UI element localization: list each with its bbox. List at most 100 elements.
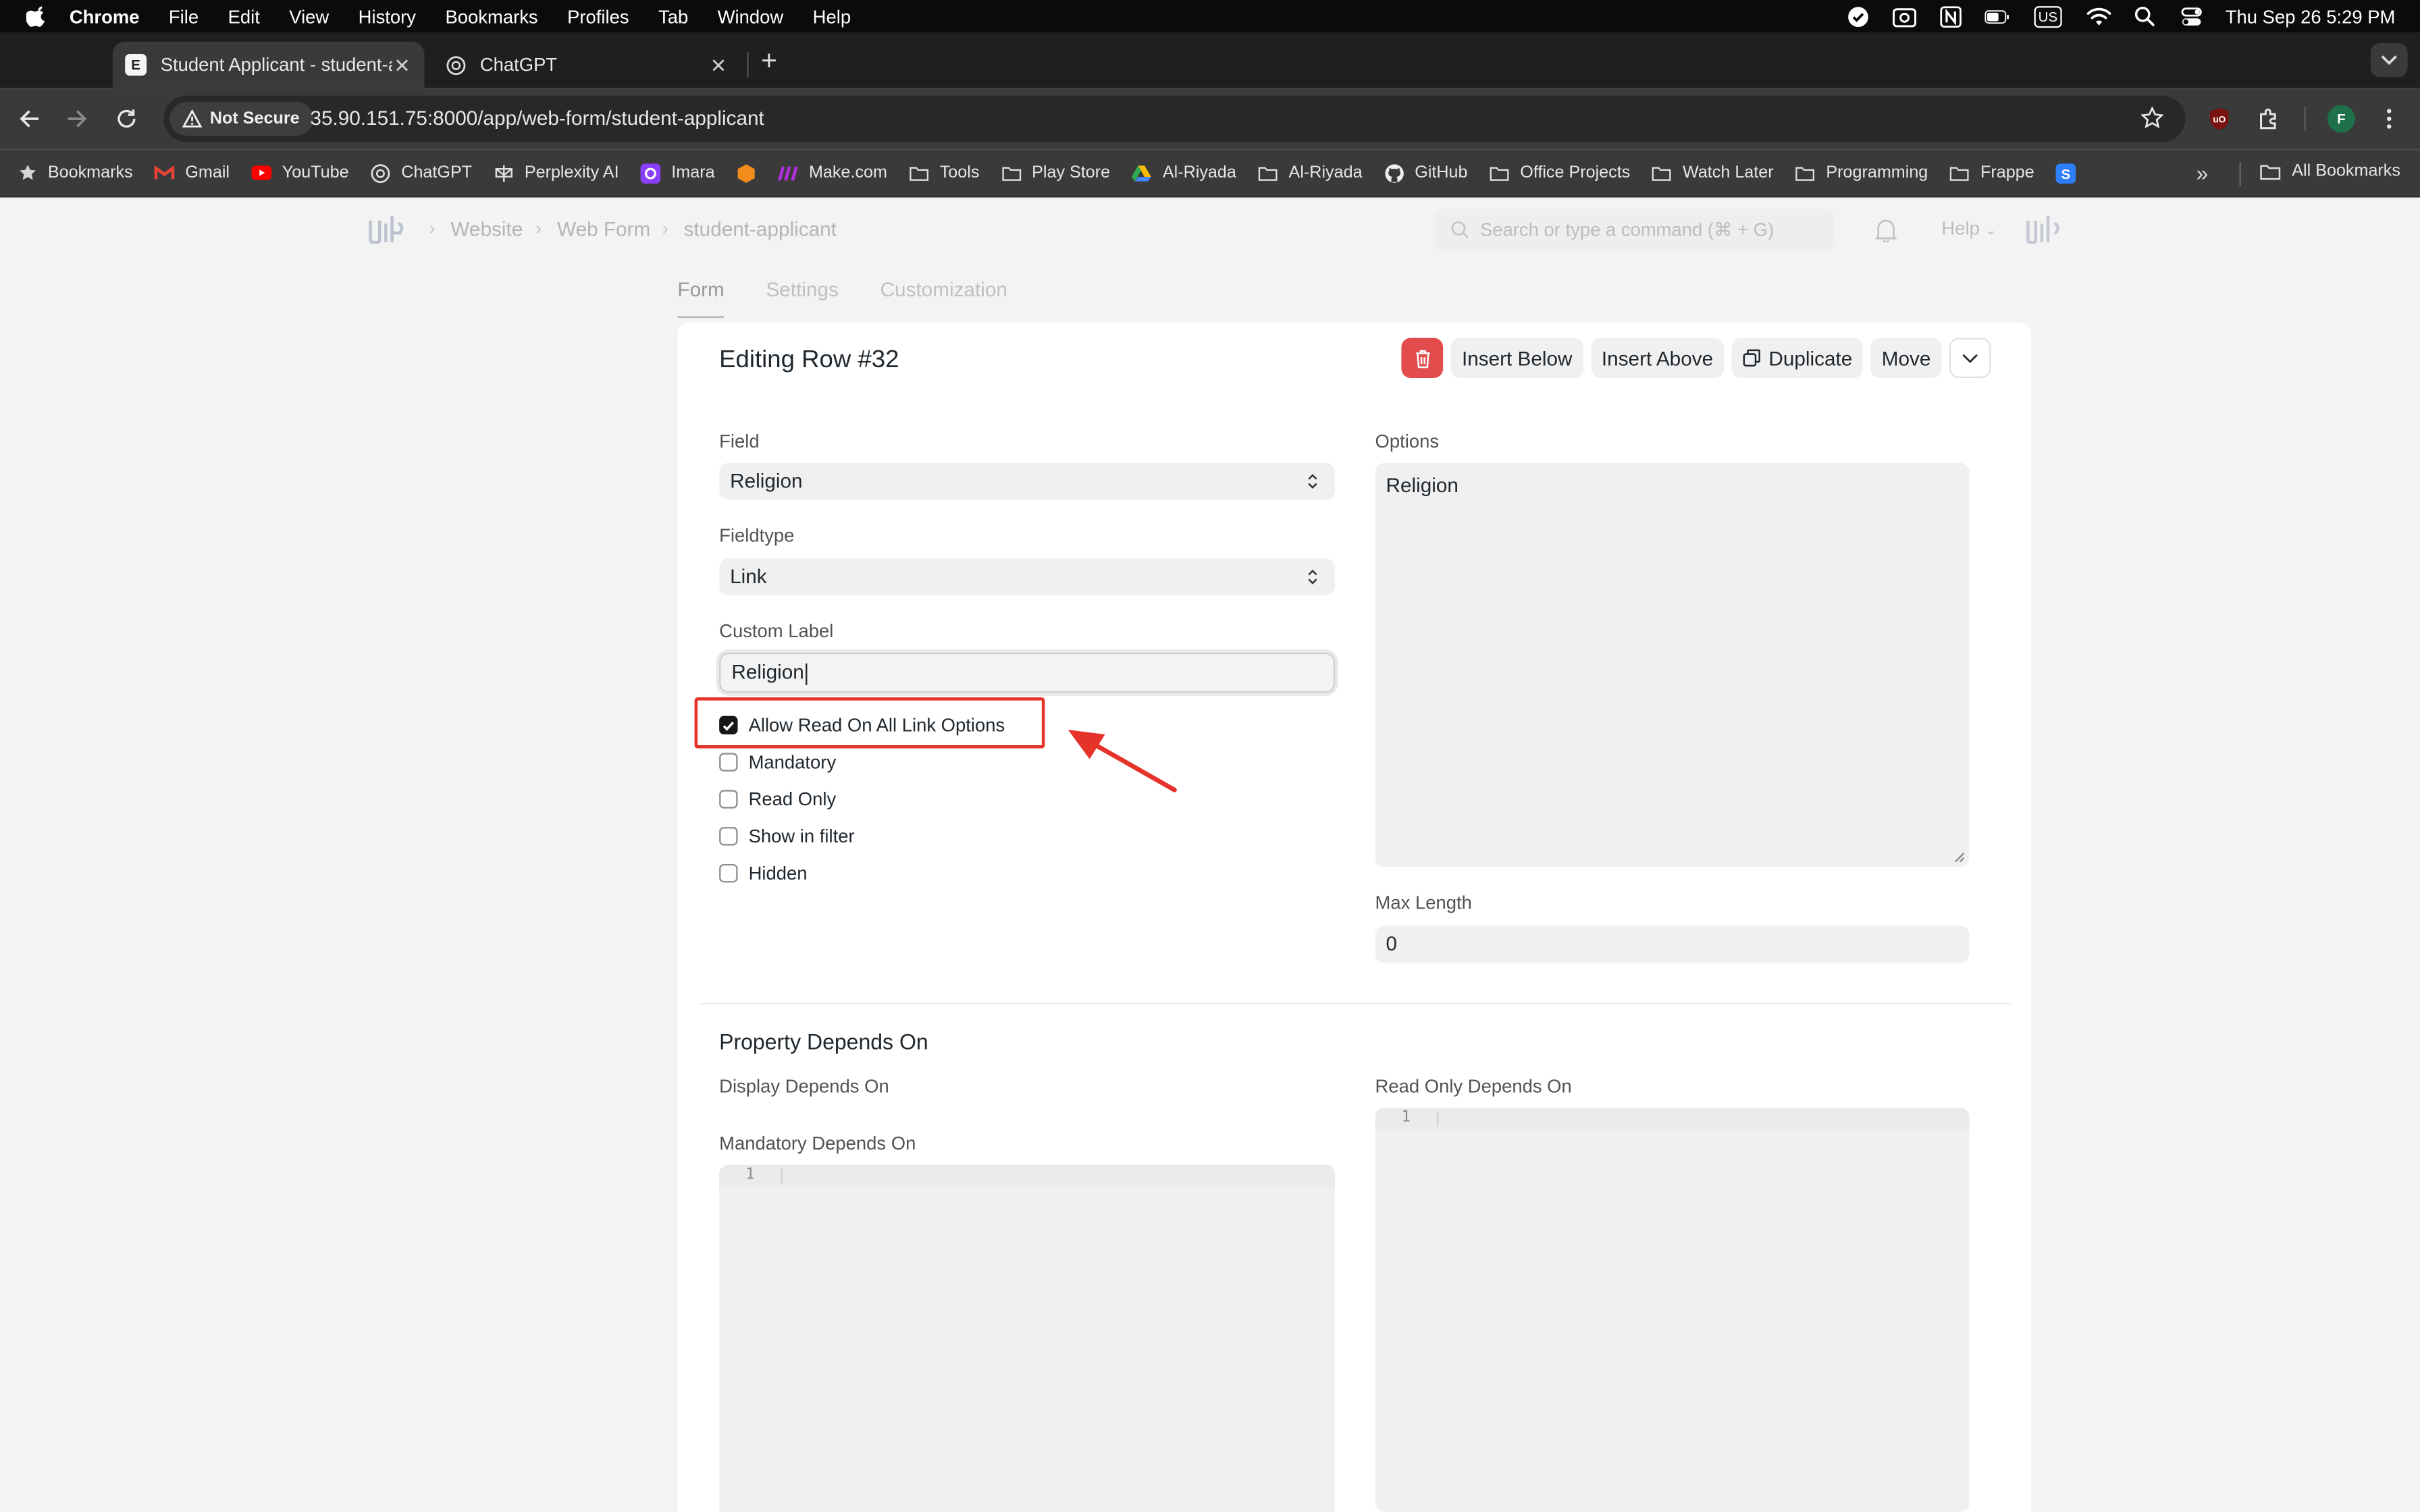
delete-row-button[interactable] [1401, 338, 1444, 378]
duplicate-button[interactable]: Duplicate [1731, 338, 1864, 378]
new-tab-icon[interactable]: + [761, 45, 777, 77]
resize-handle-icon[interactable] [1954, 852, 1965, 863]
duplicate-icon [1743, 349, 1760, 367]
apple-icon[interactable] [26, 5, 48, 27]
breadcrumb-current[interactable]: student-applicant [684, 217, 837, 240]
insert-above-button[interactable]: Insert Above [1590, 338, 1725, 378]
profile-avatar[interactable]: F [2327, 105, 2355, 133]
move-button[interactable]: Move [1870, 338, 1942, 378]
menu-view[interactable]: View [289, 5, 329, 27]
mandatory-checkbox[interactable]: Mandatory [719, 751, 836, 773]
bookmark-star-icon[interactable] [2140, 106, 2164, 138]
ublock-extension-icon[interactable]: uO [2207, 107, 2232, 132]
spotlight-search-icon[interactable] [2133, 5, 2158, 27]
all-bookmarks-folder[interactable]: All Bookmarks [2259, 162, 2400, 180]
address-bar[interactable]: Not Secure 35.90.151.75:8000/app/web-for… [163, 95, 2186, 142]
back-arrow-icon[interactable] [14, 103, 45, 134]
app-logo[interactable] [366, 211, 406, 248]
row-actions: Insert Below Insert Above Duplicate Move [1401, 338, 1991, 378]
read-only-depends-on-code-editor[interactable]: 1 [1375, 1108, 1970, 1512]
fieldtype-select[interactable]: Link [719, 558, 1336, 596]
bookmark-item[interactable]: Bookmarks [17, 163, 133, 183]
max-length-input[interactable]: 0 [1375, 925, 1970, 963]
bookmark-item[interactable]: S [2055, 163, 2087, 183]
tab-form[interactable]: Form [677, 277, 725, 318]
bookmark-folder-office-projects[interactable]: Office Projects [1490, 163, 1630, 183]
bookmark-label: Frappe [1980, 163, 2034, 182]
bookmark-folder-al-riyada[interactable]: Al-Riyada [1258, 163, 1363, 183]
breadcrumb-website[interactable]: Website [450, 217, 523, 240]
tab-student-applicant[interactable]: E Student Applicant - student-a ✕ [112, 41, 425, 88]
breadcrumb-chevron-icon: › [662, 217, 668, 240]
bookmark-item[interactable]: GitHub [1384, 163, 1468, 183]
bookmark-folder-programming[interactable]: Programming [1795, 163, 1928, 183]
help-dropdown[interactable]: Help ⌄ [1941, 217, 1996, 239]
awesomebar-search-input[interactable]: Search or type a command (⌘ + G) [1435, 208, 1834, 252]
menu-tab[interactable]: Tab [658, 5, 688, 27]
mandatory-depends-on-code-editor[interactable]: 1 [719, 1164, 1336, 1512]
bookmark-label: Gmail [185, 163, 230, 182]
reload-icon[interactable] [111, 103, 142, 134]
menu-app-name[interactable]: Chrome [70, 5, 140, 27]
breadcrumb-web-form[interactable]: Web Form [557, 217, 650, 240]
bookmark-item[interactable]: Imara [640, 163, 715, 183]
bookmark-item[interactable]: Al-Riyada [1132, 163, 1236, 183]
menu-window[interactable]: Window [718, 5, 784, 27]
check-badge-icon[interactable] [1846, 5, 1871, 27]
select-arrows-icon [1308, 474, 1317, 489]
checkbox-unchecked[interactable] [719, 790, 738, 809]
keyboard-input-indicator[interactable]: US [2031, 5, 2065, 27]
close-tab-icon[interactable]: ✕ [710, 54, 727, 79]
forward-arrow-icon[interactable] [61, 103, 93, 134]
bookmark-item[interactable]: YouTube [251, 163, 349, 183]
bookmark-item[interactable] [737, 163, 757, 183]
menu-bookmarks[interactable]: Bookmarks [445, 5, 537, 27]
bookmarks-overflow-chevron-icon[interactable]: » [2197, 161, 2209, 186]
notion-icon[interactable] [1939, 5, 1964, 27]
bookmark-item[interactable]: Make.com [778, 163, 887, 183]
bookmark-item[interactable]: Perplexity AI [494, 163, 619, 183]
tab-customization[interactable]: Customization [880, 277, 1007, 317]
bookmark-label: Perplexity AI [524, 163, 619, 182]
checkbox-unchecked[interactable] [719, 753, 738, 772]
collapse-row-button[interactable] [1949, 338, 1991, 378]
bookmark-folder-play-store[interactable]: Play Store [1001, 163, 1110, 183]
options-textarea[interactable]: Religion [1375, 462, 1970, 867]
tab-chatgpt[interactable]: ChatGPT ✕ [432, 42, 741, 88]
battery-icon[interactable] [1984, 5, 2009, 27]
not-secure-badge[interactable]: Not Secure [169, 101, 314, 136]
show-in-filter-checkbox[interactable]: Show in filter [719, 826, 855, 847]
checkbox-unchecked[interactable] [719, 863, 738, 883]
menu-edit[interactable]: Edit [228, 5, 260, 27]
control-center-icon[interactable] [2179, 5, 2204, 27]
checkbox-unchecked[interactable] [719, 827, 738, 846]
menu-history[interactable]: History [359, 5, 416, 27]
close-tab-icon[interactable]: ✕ [394, 54, 411, 79]
bookmark-folder-watch-later[interactable]: Watch Later [1652, 163, 1774, 183]
chrome-menu-kebab-icon[interactable] [2377, 107, 2402, 132]
bookmark-folder-frappe[interactable]: Frappe [1949, 163, 2034, 183]
chevron-down-icon [1962, 353, 1978, 362]
bookmark-item[interactable]: Gmail [154, 163, 230, 183]
url-text[interactable]: 35.90.151.75:8000/app/web-form/student-a… [310, 107, 764, 130]
field-select[interactable]: Religion [719, 462, 1336, 500]
wifi-icon[interactable] [2086, 5, 2111, 27]
insert-below-button[interactable]: Insert Below [1450, 338, 1583, 378]
custom-label-input[interactable]: Religion [719, 652, 1336, 693]
svg-text:uO: uO [2213, 115, 2226, 125]
menu-file[interactable]: File [169, 5, 199, 27]
tab-settings[interactable]: Settings [766, 277, 838, 317]
bookmark-folder-tools[interactable]: Tools [909, 163, 979, 183]
menu-profiles[interactable]: Profiles [567, 5, 629, 27]
user-avatar[interactable] [2024, 213, 2061, 246]
read-only-checkbox[interactable]: Read Only [719, 788, 836, 810]
screenshot-icon[interactable] [1892, 5, 1917, 27]
hidden-checkbox[interactable]: Hidden [719, 863, 807, 884]
menu-help[interactable]: Help [813, 5, 851, 27]
bookmark-item[interactable]: ChatGPT [371, 163, 472, 183]
extensions-puzzle-icon[interactable] [2257, 107, 2282, 132]
text-cursor [806, 662, 808, 684]
menu-bar-clock[interactable]: Thu Sep 26 5:29 PM [2226, 5, 2396, 27]
tab-search-chevron-icon[interactable] [2370, 43, 2408, 78]
notification-bell-icon[interactable] [1875, 217, 1897, 242]
